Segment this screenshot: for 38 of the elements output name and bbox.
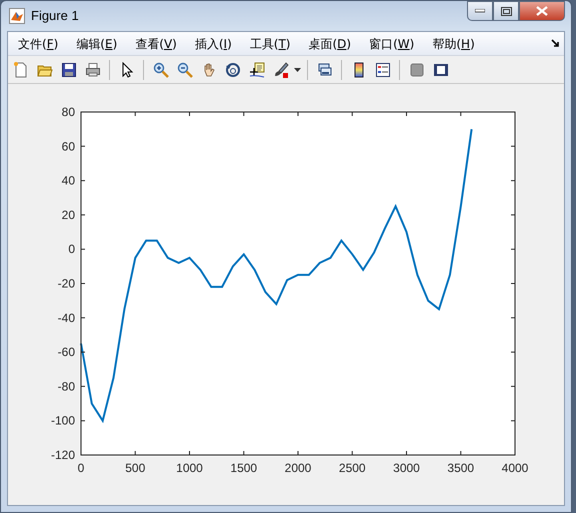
y-tick-label: 80 — [62, 105, 75, 119]
window-title: Figure 1 — [31, 7, 79, 26]
y-tick-label: 20 — [62, 208, 75, 222]
minimize-icon — [475, 9, 485, 13]
menu-item[interactable]: 文件(F) — [12, 34, 64, 54]
menu-item[interactable]: 编辑(E) — [70, 34, 124, 54]
x-tick-label: 0 — [78, 461, 84, 475]
x-tick-label: 2000 — [284, 461, 312, 475]
x-tick-label: 500 — [125, 461, 146, 475]
y-tick-label: -20 — [58, 276, 75, 290]
x-tick-label: 3000 — [393, 461, 420, 475]
x-tick-label: 3500 — [447, 461, 474, 475]
y-tick-label: -40 — [58, 310, 75, 325]
close-icon — [536, 6, 548, 16]
menu-item[interactable]: 桌面(D) — [302, 34, 358, 54]
maximize-icon — [500, 6, 512, 16]
y-tick-label: -80 — [58, 379, 75, 394]
menu-item[interactable]: 查看(V) — [129, 34, 183, 54]
minimize-button[interactable] — [467, 1, 493, 21]
x-tick-label: 2500 — [338, 461, 366, 475]
x-tick-label: 4000 — [502, 461, 528, 475]
menu-item[interactable]: 插入(I) — [188, 34, 238, 54]
y-tick-label: 0 — [68, 242, 75, 256]
app-icon — [9, 8, 25, 24]
y-tick-label: 40 — [62, 174, 75, 188]
menu-item[interactable]: 窗口(W) — [363, 34, 420, 54]
maximize-button[interactable] — [493, 1, 519, 21]
y-tick-label: -120 — [50, 448, 75, 462]
close-button[interactable] — [519, 1, 565, 21]
dock-arrow-icon[interactable] — [551, 39, 560, 48]
y-tick-label: -60 — [58, 345, 75, 360]
y-tick-label: -100 — [50, 414, 75, 428]
menu-item[interactable]: 帮助(H) — [426, 34, 481, 54]
y-tick-label: 60 — [62, 139, 75, 154]
caret-icon[interactable] — [294, 68, 301, 72]
x-tick-label: 1000 — [176, 461, 203, 475]
menu-item[interactable]: 工具(T) — [244, 34, 296, 54]
x-tick-label: 1500 — [230, 461, 258, 475]
